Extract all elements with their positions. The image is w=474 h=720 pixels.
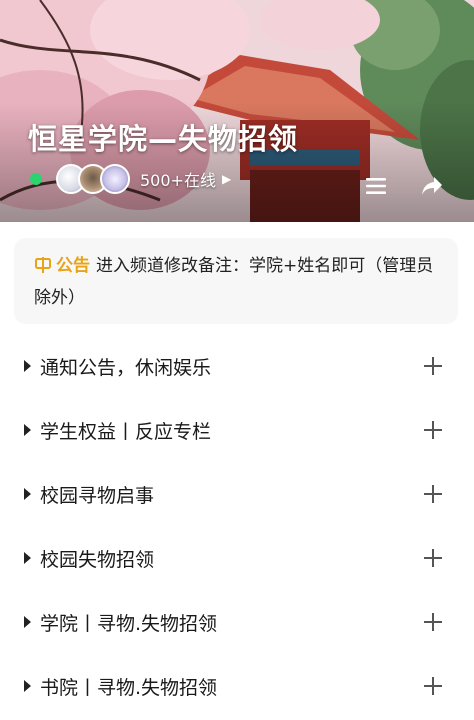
share-button[interactable] bbox=[418, 172, 446, 200]
section-list: 通知公告，休闲娱乐 学生权益丨反应专栏 校园寻物启事 校园失物招领 学院丨寻物.… bbox=[0, 334, 474, 718]
section-item[interactable]: 书院丨寻物.失物招领 bbox=[0, 654, 474, 718]
section-item[interactable]: 学生权益丨反应专栏 bbox=[0, 398, 474, 462]
announcement-label: 公告 bbox=[56, 256, 90, 276]
plus-icon[interactable] bbox=[422, 611, 444, 633]
online-members[interactable]: 500+在线 ▶ bbox=[30, 162, 231, 196]
online-count: 500+在线 bbox=[140, 171, 216, 190]
caret-right-icon bbox=[24, 616, 31, 628]
share-icon bbox=[422, 177, 442, 195]
menu-icon bbox=[366, 178, 386, 194]
caret-right-icon bbox=[24, 360, 31, 372]
caret-right-icon bbox=[24, 424, 31, 436]
channel-content: 公告 进入频道修改备注：学院+姓名即可（管理员除外） 通知公告，休闲娱乐 学生权益… bbox=[0, 222, 474, 720]
announcement-card[interactable]: 公告 进入频道修改备注：学院+姓名即可（管理员除外） bbox=[14, 238, 458, 324]
section-item[interactable]: 学院丨寻物.失物招领 bbox=[0, 590, 474, 654]
channel-title: 恒星学院—失物招领 bbox=[28, 122, 299, 156]
channel-banner: 恒星学院—失物招领 500+在线 ▶ bbox=[0, 0, 474, 222]
chevron-right-icon: ▶ bbox=[221, 172, 232, 186]
caret-right-icon bbox=[24, 552, 31, 564]
section-item[interactable]: 校园失物招领 bbox=[0, 526, 474, 590]
caret-right-icon bbox=[24, 488, 31, 500]
section-item[interactable]: 通知公告，休闲娱乐 bbox=[0, 334, 474, 398]
member-avatars bbox=[56, 164, 130, 194]
section-label: 学生权益丨反应专栏 bbox=[40, 420, 212, 443]
plus-icon[interactable] bbox=[422, 675, 444, 697]
section-label: 通知公告，休闲娱乐 bbox=[40, 356, 212, 379]
caret-right-icon bbox=[24, 680, 31, 692]
section-label: 校园寻物启事 bbox=[40, 484, 155, 507]
plus-icon[interactable] bbox=[422, 355, 444, 377]
section-label: 校园失物招领 bbox=[40, 548, 155, 571]
plus-icon[interactable] bbox=[422, 547, 444, 569]
plus-icon[interactable] bbox=[422, 419, 444, 441]
plus-icon[interactable] bbox=[422, 483, 444, 505]
avatar bbox=[100, 164, 130, 194]
channel-page: 恒星学院—失物招领 500+在线 ▶ 公告 进入频道修改备注：学院+姓名即可（管… bbox=[0, 0, 474, 720]
section-label: 书院丨寻物.失物招领 bbox=[40, 676, 218, 699]
section-item[interactable]: 校园寻物启事 bbox=[0, 462, 474, 526]
announcement-text: 进入频道修改备注：学院+姓名即可（管理员除外） bbox=[34, 256, 434, 308]
menu-button[interactable] bbox=[362, 172, 390, 200]
online-status-dot bbox=[30, 173, 42, 185]
megaphone-icon bbox=[34, 255, 52, 284]
section-label: 学院丨寻物.失物招领 bbox=[40, 612, 218, 635]
